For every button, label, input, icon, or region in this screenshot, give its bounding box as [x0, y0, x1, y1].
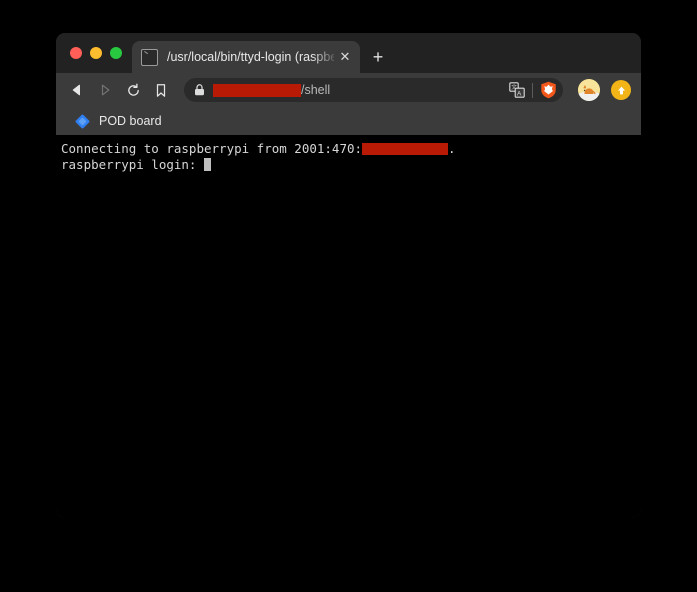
svg-text:A: A	[517, 90, 522, 97]
url-path: /shell	[301, 83, 331, 97]
jira-diamond-icon	[75, 114, 90, 128]
terminal-line-1-suffix: .	[448, 141, 456, 156]
reload-button[interactable]	[120, 77, 146, 103]
terminal-line-login-prompt: raspberrypi login:	[61, 157, 641, 173]
address-bar-actions: 文 A	[509, 81, 559, 99]
profile-avatar[interactable]	[578, 79, 600, 101]
terminal-cursor	[204, 157, 211, 171]
tab-title: /usr/local/bin/ttyd-login (raspberry	[167, 50, 334, 64]
brave-shield-icon[interactable]	[540, 81, 557, 99]
terminal-line-connecting: Connecting to raspberrypi from 2001:470:…	[61, 141, 641, 157]
update-available-button[interactable]	[611, 80, 631, 100]
terminal-redacted-address	[362, 142, 449, 155]
minimize-window-button[interactable]	[90, 47, 102, 59]
toolbar-divider	[532, 82, 533, 98]
close-icon[interactable]: ✕	[336, 48, 354, 66]
back-arrow-icon	[72, 84, 80, 96]
terminal-line-1-text: Connecting to raspberrypi from 2001:470:	[61, 141, 363, 156]
tab-strip: /usr/local/bin/ttyd-login (raspberry ✕ +	[56, 33, 641, 73]
screen: /usr/local/bin/ttyd-login (raspberry ✕ +	[0, 0, 697, 592]
browser-window: /usr/local/bin/ttyd-login (raspberry ✕ +	[56, 33, 641, 518]
bookmark-label: POD board	[99, 114, 162, 128]
terminal-login-prompt-text: raspberrypi login:	[61, 156, 204, 172]
bookmark-icon	[156, 83, 166, 97]
terminal-icon	[141, 48, 158, 66]
url-text: /shell	[213, 83, 509, 97]
close-window-button[interactable]	[70, 47, 82, 59]
arrow-up-icon	[617, 86, 625, 94]
bookmark-page-button[interactable]	[148, 77, 174, 103]
browser-tab-active[interactable]: /usr/local/bin/ttyd-login (raspberry ✕	[132, 41, 360, 73]
back-button[interactable]	[64, 77, 90, 103]
maximize-window-button[interactable]	[110, 47, 122, 59]
forward-button[interactable]	[92, 77, 118, 103]
terminal-output[interactable]: Connecting to raspberrypi from 2001:470:…	[56, 135, 641, 518]
url-redacted-host	[213, 83, 301, 97]
forward-arrow-icon	[101, 84, 110, 96]
bookmarks-bar: POD board	[56, 107, 641, 135]
translate-icon[interactable]: 文 A	[509, 82, 525, 98]
browser-toolbar: /shell 文 A	[56, 73, 641, 107]
corgi-avatar-icon	[578, 79, 600, 101]
window-controls	[64, 33, 132, 73]
address-bar[interactable]: /shell 文 A	[184, 78, 563, 102]
new-tab-button[interactable]: +	[364, 42, 392, 72]
bookmark-item-pod-board[interactable]: POD board	[70, 111, 167, 132]
reload-icon	[127, 83, 139, 96]
lock-icon	[195, 84, 204, 96]
